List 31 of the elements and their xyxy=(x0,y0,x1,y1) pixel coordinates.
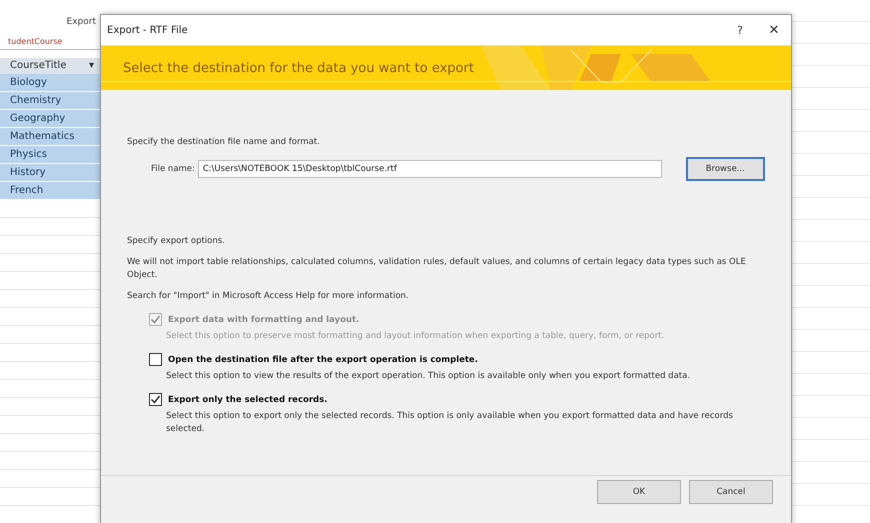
table-cell: Geography xyxy=(0,110,100,128)
help-text: Search for "Import" in Microsoft Access Help for more information. xyxy=(127,290,410,303)
close-button[interactable]: ✕ xyxy=(763,22,785,38)
banner-heading: Select the destination for the data you want to export xyxy=(122,60,474,76)
option-description: Select this option to view the results of the export operation. This option is available only when you export formatted data. xyxy=(165,370,692,383)
table-cell: Mathematics xyxy=(0,128,100,146)
sort-icon[interactable]: ▾ xyxy=(88,58,94,74)
file-name-field[interactable]: C:\Users\NOTEBOOK 15\Desktop\tblCourse.rtf xyxy=(198,160,662,178)
column-title: CourseTitle xyxy=(10,59,66,73)
help-button[interactable]: ? xyxy=(729,24,751,36)
table-cell: Physics xyxy=(0,146,100,164)
option-description: Select this option to export only the selected records. This option is only available when you export formatted data and have records selected. xyxy=(165,410,734,436)
file-name-label: File name: xyxy=(151,162,196,176)
table-cell: French xyxy=(0,182,100,200)
table-cell: History xyxy=(0,164,100,182)
notice-text: We will not import table relationships, calculated columns, validation rules, default values, and columns of certain legacy data types such as OLE Object. xyxy=(127,256,747,282)
option-label[interactable]: Open the destination file after the export operation is complete. xyxy=(168,354,478,364)
section-text: Specify export options. xyxy=(127,235,226,248)
cancel-button[interactable]: Cancel xyxy=(689,480,773,504)
column-header[interactable]: CourseTitle ▾ xyxy=(0,58,100,74)
table-cell: Chemistry xyxy=(0,92,100,110)
window-title: Export - RTF File xyxy=(107,24,189,36)
table-cell: Biology xyxy=(0,74,100,92)
ok-button[interactable]: OK xyxy=(597,480,681,504)
checkbox[interactable] xyxy=(149,393,162,406)
checkbox[interactable] xyxy=(149,353,162,366)
option-description: Select this option to preserve most formatting and layout information when exporting a table, query, form, or report. xyxy=(165,330,666,343)
ribbon-label: Export xyxy=(66,16,97,29)
browse-button[interactable]: Browse... xyxy=(686,157,765,181)
option-label[interactable]: Export only the selected records. xyxy=(168,394,328,404)
instruction-text: Specify the destination file name and format. xyxy=(127,136,321,149)
